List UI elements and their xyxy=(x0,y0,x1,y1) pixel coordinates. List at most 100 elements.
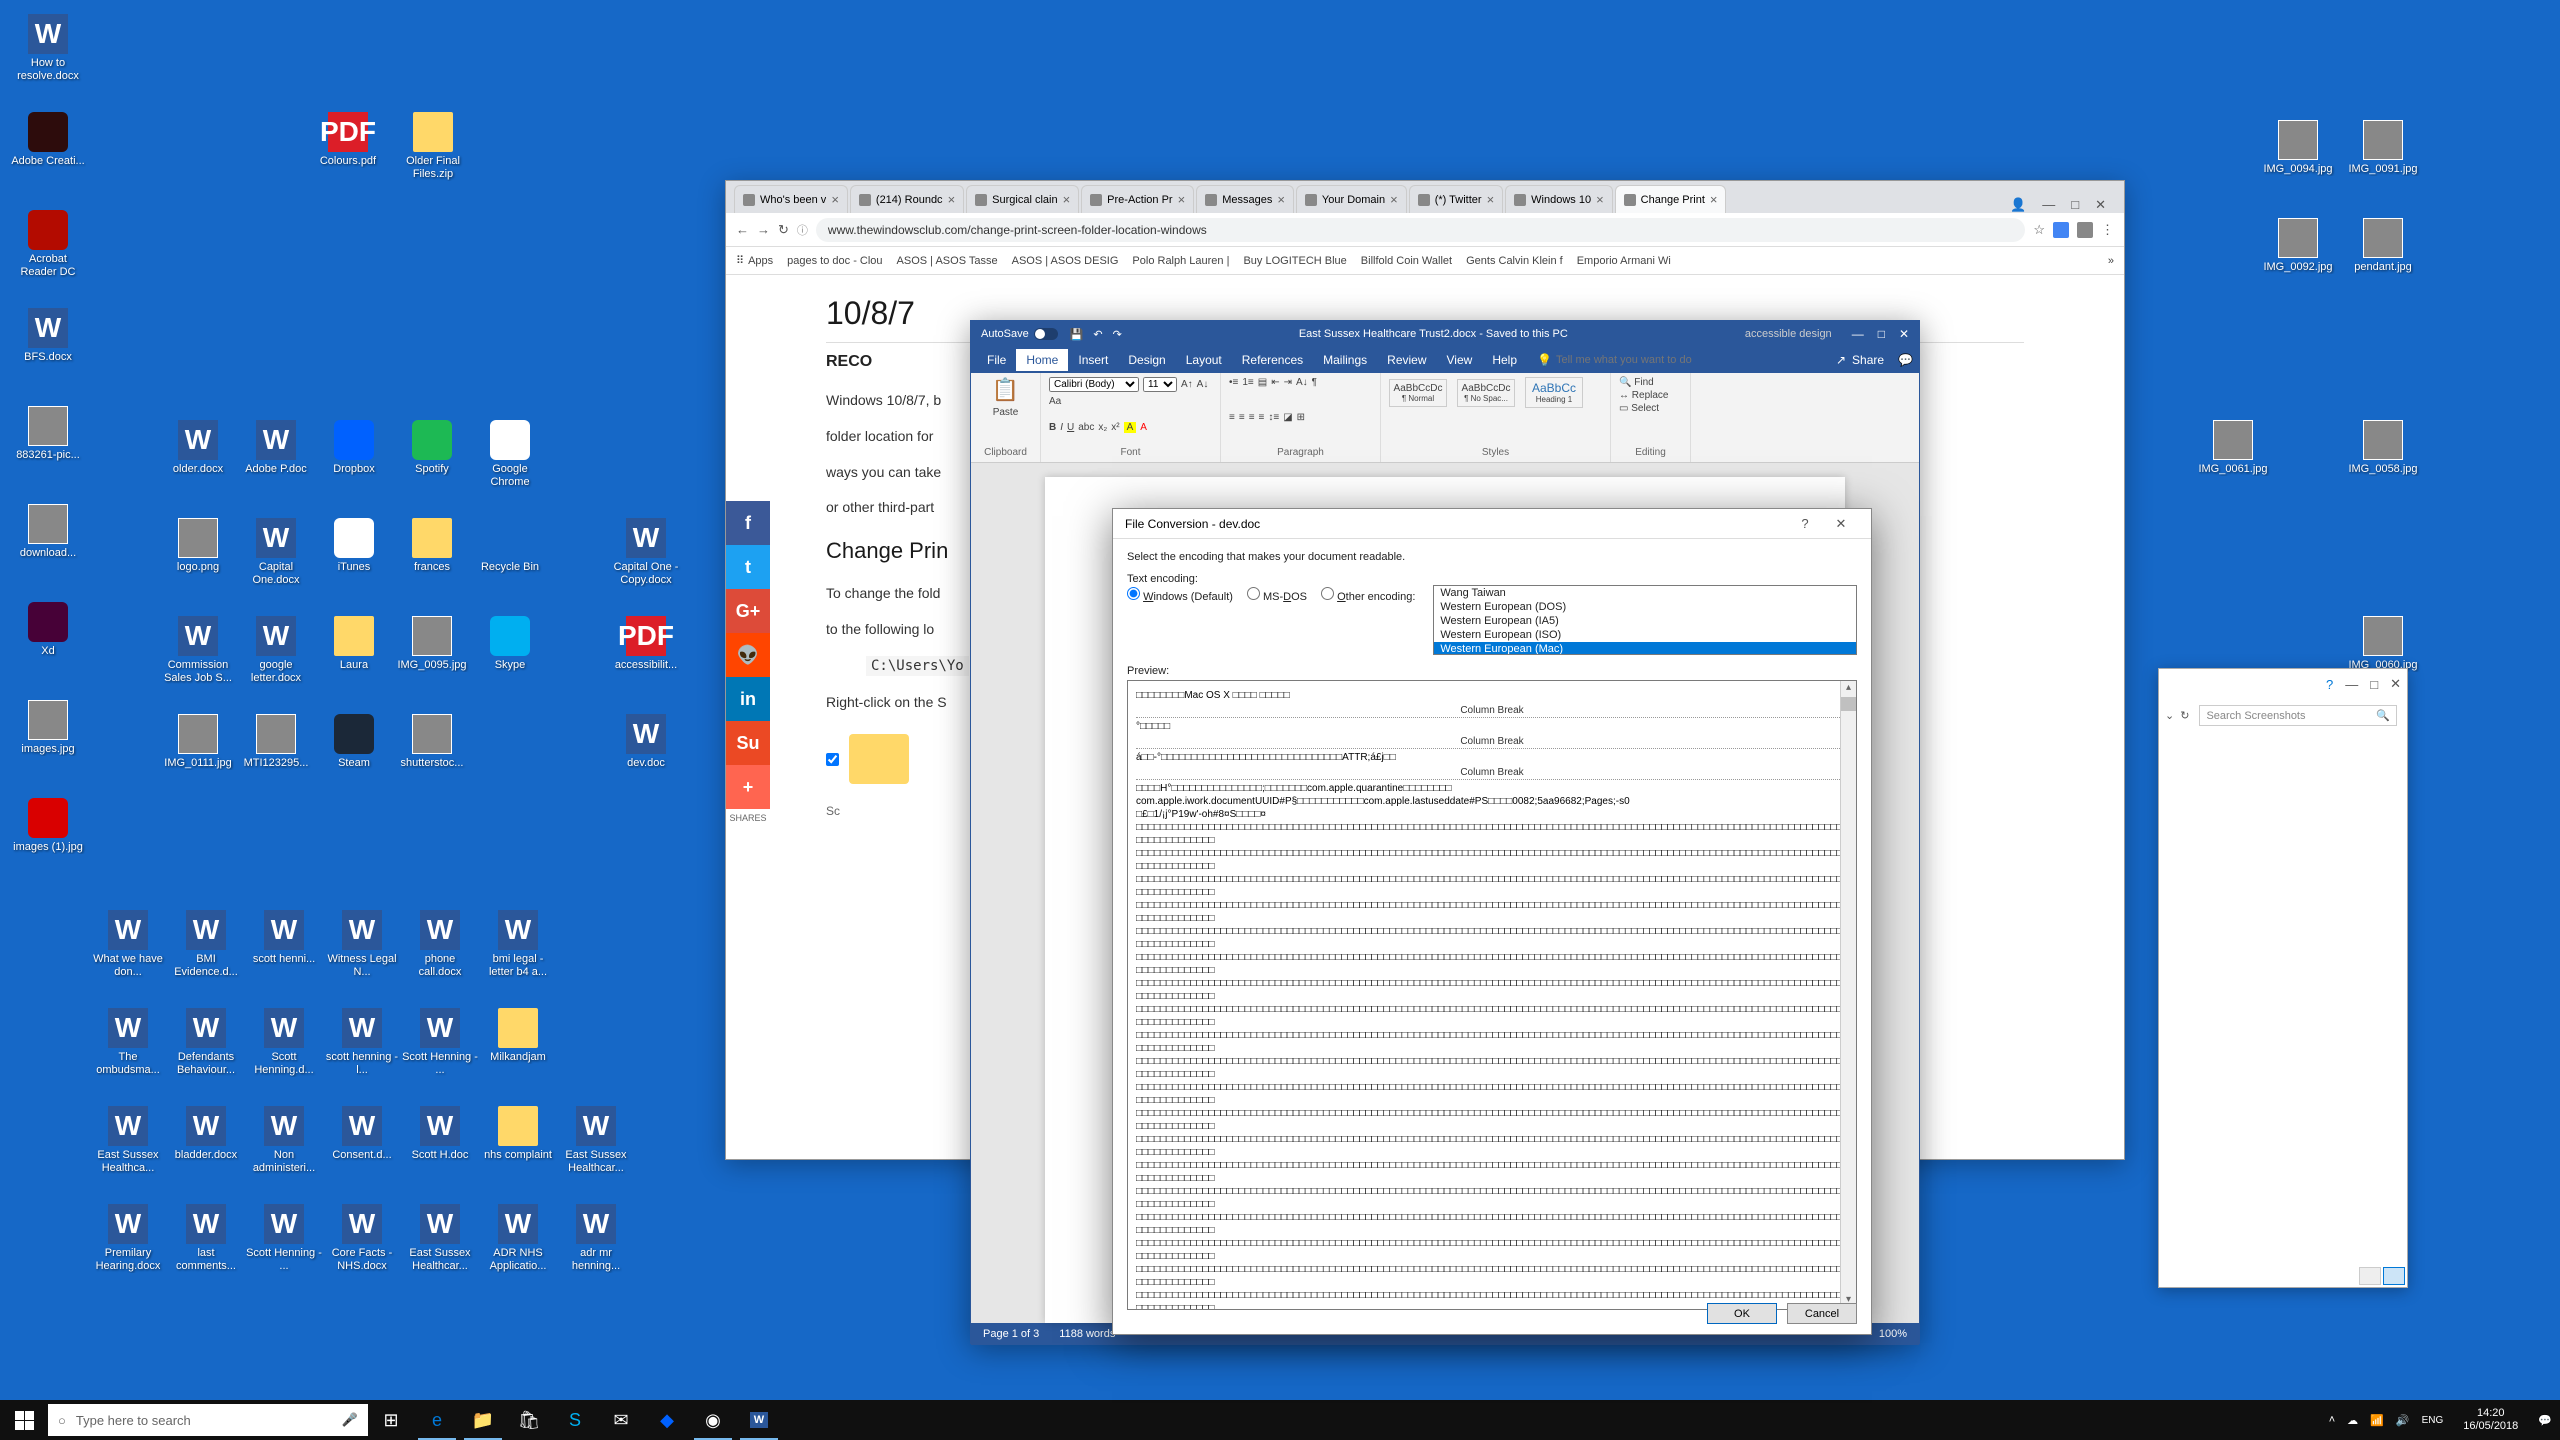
bookmark-item[interactable]: Polo Ralph Lauren | xyxy=(1132,255,1229,267)
align-center-icon[interactable]: ≡ xyxy=(1239,412,1245,423)
start-button[interactable] xyxy=(0,1400,48,1440)
browser-tab[interactable]: Messages× xyxy=(1196,185,1294,213)
desktop-icon[interactable]: PDFaccessibilit... xyxy=(608,616,684,672)
superscript-button[interactable]: x² xyxy=(1111,422,1119,433)
desktop-icon[interactable]: shutterstoc... xyxy=(394,714,470,770)
desktop-icon[interactable]: Wbmi legal - letter b4 a... xyxy=(480,910,556,979)
ext-icon[interactable] xyxy=(2077,222,2093,238)
tab-close-icon[interactable]: × xyxy=(1390,192,1398,207)
desktop-icon[interactable]: WHow to resolve.docx xyxy=(10,14,86,83)
underline-button[interactable]: U xyxy=(1067,422,1074,433)
italic-button[interactable]: I xyxy=(1060,422,1063,433)
nav-reload-button[interactable]: ↻ xyxy=(778,222,789,238)
ribbon-tab-help[interactable]: Help xyxy=(1482,349,1527,371)
strike-button[interactable]: abc xyxy=(1078,422,1094,433)
browser-tab[interactable]: (214) Roundc× xyxy=(850,185,964,213)
desktop-icon[interactable]: IMG_0111.jpg xyxy=(160,714,236,770)
desktop-icon[interactable]: Wphone call.docx xyxy=(402,910,478,979)
share-icon[interactable]: ↗ xyxy=(1836,353,1846,367)
desktop-icon[interactable]: Wadr mr henning... xyxy=(558,1204,634,1273)
desktop-icon[interactable]: WDefendants Behaviour... xyxy=(168,1008,244,1077)
nav-fwd-button[interactable]: → xyxy=(757,222,770,237)
taskbar-mail[interactable]: ✉ xyxy=(598,1400,644,1440)
browser-tab[interactable]: Your Domain× xyxy=(1296,185,1407,213)
word-min-button[interactable]: — xyxy=(1852,327,1864,341)
desktop-icon[interactable]: Skype xyxy=(472,616,548,672)
font-select[interactable]: Calibri (Body) xyxy=(1049,377,1139,392)
desktop-icon[interactable]: IMG_0092.jpg xyxy=(2260,218,2336,274)
desktop-icon[interactable]: logo.png xyxy=(160,518,236,574)
replace-button[interactable]: ↔ Replace xyxy=(1619,390,1668,401)
scrollbar[interactable]: ▴ ▾ xyxy=(1840,681,1856,1309)
style-normal[interactable]: AaBbCcDc¶ Normal xyxy=(1389,379,1447,407)
apps-icon[interactable]: ⠿ Apps xyxy=(736,254,773,267)
taskbar-chrome[interactable]: ◉ xyxy=(690,1400,736,1440)
ok-button[interactable]: OK xyxy=(1707,1303,1777,1324)
tab-close-icon[interactable]: × xyxy=(1063,192,1071,207)
share-linkedin-button[interactable]: in xyxy=(726,677,770,721)
showmarks-icon[interactable]: ¶ xyxy=(1312,377,1317,388)
chrome-account-icon[interactable]: 👤 xyxy=(2010,197,2026,213)
desktop-icon[interactable]: WEast Sussex Healthcar... xyxy=(558,1106,634,1175)
nav-back-button[interactable]: ← xyxy=(736,222,749,237)
ribbon-tab-mailings[interactable]: Mailings xyxy=(1313,349,1377,371)
tray-lang-icon[interactable]: ENG xyxy=(2422,1415,2444,1426)
browser-tab[interactable]: Pre-Action Pr× xyxy=(1081,185,1194,213)
browser-tab[interactable]: (*) Twitter× xyxy=(1409,185,1503,213)
bookmark-item[interactable]: ASOS | ASOS Tasse xyxy=(897,255,998,267)
encoding-option[interactable]: Western European (IA5) xyxy=(1434,614,1856,628)
desktop-icon[interactable]: download... xyxy=(10,504,86,560)
tell-me-input[interactable] xyxy=(1556,354,1716,366)
dialog-close-button[interactable]: ✕ xyxy=(1823,516,1859,532)
taskbar-skype[interactable]: S xyxy=(552,1400,598,1440)
browser-tab[interactable]: Change Print× xyxy=(1615,185,1727,213)
borders-icon[interactable]: ⊞ xyxy=(1297,412,1305,423)
linespacing-icon[interactable]: ↕≡ xyxy=(1268,412,1279,423)
desktop-icon[interactable]: WCommission Sales Job S... xyxy=(160,616,236,685)
indent-icon[interactable]: ⇥ xyxy=(1284,377,1292,388)
tab-close-icon[interactable]: × xyxy=(1596,192,1604,207)
browser-tab[interactable]: Who's been v× xyxy=(734,185,848,213)
select-button[interactable]: ▭ Select xyxy=(1619,403,1659,414)
desktop-icon[interactable]: Wlast comments... xyxy=(168,1204,244,1273)
desktop-icon[interactable]: WEast Sussex Healthca... xyxy=(90,1106,166,1175)
taskbar-explorer[interactable]: 📁 xyxy=(460,1400,506,1440)
encoding-option[interactable]: Western European (ISO) xyxy=(1434,628,1856,642)
desktop-icon[interactable]: Adobe Creati... xyxy=(10,112,86,168)
share-facebook-button[interactable]: f xyxy=(726,501,770,545)
tray-volume-icon[interactable]: 🔊 xyxy=(2396,1414,2410,1427)
subscript-button[interactable]: x₂ xyxy=(1098,422,1107,433)
bookmark-item[interactable]: Buy LOGITECH Blue xyxy=(1243,255,1346,267)
desktop-icon[interactable]: Steam xyxy=(316,714,392,770)
share-twitter-button[interactable]: t xyxy=(726,545,770,589)
bookmark-item[interactable]: Emporio Armani Wi xyxy=(1577,255,1671,267)
desktop-icon[interactable]: Wdev.doc xyxy=(608,714,684,770)
ribbon-tab-design[interactable]: Design xyxy=(1118,349,1175,371)
desktop-icon[interactable]: images (1).jpg xyxy=(10,798,86,854)
tray-cloud-icon[interactable]: ☁ xyxy=(2347,1414,2358,1427)
desktop-icon[interactable]: MTI123295... xyxy=(238,714,314,770)
desktop-icon[interactable]: WConsent.d... xyxy=(324,1106,400,1162)
desktop-icon[interactable]: WPremilary Hearing.docx xyxy=(90,1204,166,1273)
desktop-icon[interactable]: WEast Sussex Healthcar... xyxy=(402,1204,478,1273)
taskbar-edge[interactable]: e xyxy=(414,1400,460,1440)
chrome-menu-button[interactable]: ⋮ xyxy=(2101,222,2114,238)
tab-close-icon[interactable]: × xyxy=(1277,192,1285,207)
encoding-option[interactable]: Western European (DOS) xyxy=(1434,600,1856,614)
desktop-icon[interactable]: WWitness Legal N... xyxy=(324,910,400,979)
bullets-icon[interactable]: •≡ xyxy=(1229,377,1238,388)
desktop-icon[interactable]: IMG_0095.jpg xyxy=(394,616,470,672)
style-nospacing[interactable]: AaBbCcDc¶ No Spac... xyxy=(1457,379,1515,407)
comments-icon[interactable]: 💬 xyxy=(1898,353,1913,367)
explorer-max-button[interactable]: □ xyxy=(2370,677,2378,692)
desktop-icon[interactable]: Wbladder.docx xyxy=(168,1106,244,1162)
desktop-icon[interactable]: WAdobe P.doc xyxy=(238,420,314,476)
desktop-icon[interactable]: Spotify xyxy=(394,420,470,476)
bookmark-item[interactable]: Billfold Coin Wallet xyxy=(1361,255,1452,267)
view-details-button[interactable] xyxy=(2359,1267,2381,1285)
share-reddit-button[interactable]: 👽 xyxy=(726,633,770,677)
desktop-icon[interactable]: Milkandjam xyxy=(480,1008,556,1064)
desktop-icon[interactable]: frances xyxy=(394,518,470,574)
explorer-search-input[interactable]: Search Screenshots 🔍 xyxy=(2199,705,2397,726)
chrome-max-button[interactable]: □ xyxy=(2071,197,2079,213)
